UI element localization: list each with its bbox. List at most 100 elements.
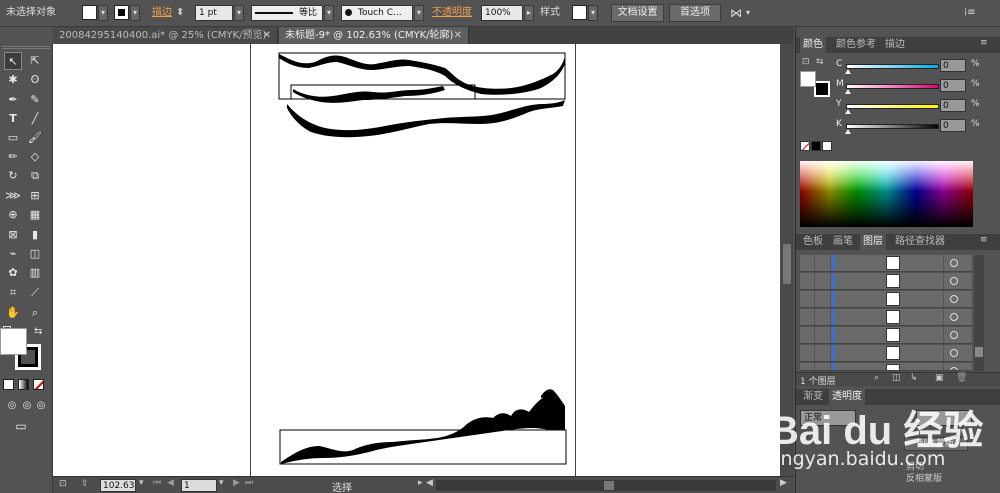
preferences-button[interactable]: 首选项 (669, 4, 721, 22)
yellow-value-field[interactable]: 0 (940, 99, 966, 112)
document-setup-button[interactable]: 文档设置 (611, 4, 664, 22)
horizontal-scrollbar[interactable] (436, 480, 776, 491)
tools-grip[interactable] (2, 46, 50, 49)
visibility-toggle[interactable] (800, 255, 815, 271)
stroke-profile-dropdown-icon[interactable]: ▾ (324, 5, 334, 21)
opacity-dropdown-icon[interactable]: ▸ (524, 5, 534, 21)
layer-row[interactable] (800, 291, 972, 308)
hscroll-right-icon[interactable]: ▶ (780, 478, 787, 488)
lock-toggle[interactable] (816, 255, 831, 271)
target-circle-icon[interactable] (950, 277, 958, 285)
color-mode-icon[interactable] (3, 379, 14, 390)
width-tool-icon[interactable]: ⋙ (4, 187, 22, 205)
layer-row[interactable] (800, 363, 972, 371)
selection-tool-icon[interactable]: ↖ (4, 52, 22, 70)
rectangle-tool-icon[interactable]: ▭ (4, 129, 22, 147)
arrange-dropdown-icon[interactable]: ▾ (746, 4, 750, 22)
layer-row[interactable] (800, 309, 972, 326)
stroke-label[interactable]: 描边 (152, 4, 172, 22)
locate-object-icon[interactable]: ⌕ (874, 373, 879, 383)
ink-stroke[interactable] (287, 100, 565, 138)
tab-stroke[interactable]: 描边 (882, 37, 908, 53)
stroke-weight-field[interactable]: 1 pt (195, 5, 233, 21)
tab-gradient[interactable]: 渐变 (800, 389, 826, 405)
white-swatch[interactable] (822, 141, 832, 151)
fill-color-box[interactable] (0, 328, 27, 355)
column-graph-tool-icon[interactable]: ▥ (26, 264, 44, 282)
magenta-value-field[interactable]: 0 (940, 79, 966, 92)
fill-color-box[interactable] (800, 71, 816, 87)
tab-swatches[interactable]: 色板 (800, 234, 826, 250)
lock-toggle[interactable] (816, 273, 831, 289)
ink-stroke[interactable] (279, 54, 565, 95)
visibility-toggle[interactable] (800, 345, 815, 361)
artboard-dropdown-icon[interactable]: ▾ (219, 478, 224, 488)
type-tool-icon[interactable]: T (4, 110, 22, 128)
target-circle-icon[interactable] (950, 295, 958, 303)
eraser-tool-icon[interactable]: ◇ (26, 148, 44, 166)
blend-tool-icon[interactable]: ◫ (26, 245, 44, 263)
new-layer-icon[interactable]: ▣ (935, 373, 944, 383)
next-artboard-icon[interactable]: ▶ (233, 478, 240, 488)
make-mask-button[interactable]: 制作蒙版 (904, 437, 968, 451)
symbol-sprayer-tool-icon[interactable]: ✿ (4, 264, 22, 282)
layers-scrollbar[interactable] (974, 255, 984, 371)
last-artboard-icon[interactable]: ⏭ (245, 478, 253, 488)
vertical-scrollbar[interactable] (780, 44, 794, 476)
hscroll-left-icon[interactable]: ◀ (426, 478, 433, 488)
target-circle-icon[interactable] (950, 367, 958, 370)
stroke-weight-dropdown-icon[interactable]: ▾ (234, 5, 244, 21)
tab-document-2[interactable]: 未标题-9* @ 102.63% (CMYK/轮廓) ✕ (279, 27, 469, 44)
cyan-slider[interactable] (846, 64, 939, 69)
hand-tool-icon[interactable]: ✋ (4, 304, 22, 322)
brush-dropdown-icon[interactable]: ▾ (414, 5, 424, 21)
eyedropper-tool-icon[interactable]: ⌁ (4, 245, 22, 263)
lock-toggle[interactable] (816, 327, 831, 343)
lock-toggle[interactable] (816, 291, 831, 307)
brush-definition-field[interactable]: Touch C... (341, 5, 413, 21)
panel-menu-icon[interactable]: ⁞≡ (964, 4, 976, 22)
layer-row[interactable] (800, 255, 972, 272)
ink-stroke[interactable] (293, 86, 445, 103)
tab-layers[interactable]: 图层 (860, 234, 886, 250)
prev-artboard-icon[interactable]: ◀ (167, 478, 174, 488)
target-circle-icon[interactable] (950, 349, 958, 357)
clip-option[interactable]: 剪切 (906, 459, 924, 472)
style-swatch[interactable] (572, 5, 587, 20)
style-dropdown-icon[interactable]: ▾ (588, 5, 598, 21)
layer-row[interactable] (800, 327, 972, 344)
artboard-tool-icon[interactable]: ⌗ (4, 284, 22, 302)
opacity-field[interactable]: 100% (481, 5, 523, 21)
line-tool-icon[interactable]: ╱ (26, 110, 44, 128)
screen-mode-icon[interactable]: ▭ (12, 417, 30, 435)
arrange-icon[interactable]: ⋈ (730, 4, 742, 22)
curvature-tool-icon[interactable]: ✎ (26, 91, 44, 109)
tab-color[interactable]: 颜色 (800, 37, 826, 53)
slider-knob[interactable] (845, 109, 851, 114)
black-swatch[interactable] (811, 141, 821, 151)
canvas[interactable] (53, 44, 794, 476)
zoom-dropdown-icon[interactable]: ▾ (139, 478, 144, 488)
invert-mask-option[interactable]: 反相蒙版 (906, 471, 942, 484)
free-transform-tool-icon[interactable]: ⊞ (26, 187, 44, 205)
lock-toggle[interactable] (816, 345, 831, 361)
tab-transparency[interactable]: 透明度 (829, 389, 865, 405)
direct-selection-tool-icon[interactable]: ⇱ (26, 52, 44, 70)
swap-colors-icon[interactable]: ⇆ (34, 326, 42, 337)
target-circle-icon[interactable] (950, 331, 958, 339)
paintbrush-tool-icon[interactable]: 🖌 (26, 129, 44, 147)
gradient-tool-icon[interactable]: ▮ (26, 226, 44, 244)
none-mode-icon[interactable] (33, 379, 44, 390)
transparency-opacity-field[interactable] (916, 410, 972, 426)
opacity-label[interactable]: 不透明度 (432, 4, 472, 22)
tab-document-1[interactable]: 20084295140400.ai* @ 25% (CMYK/预览) ✕ (53, 27, 278, 44)
close-icon[interactable]: ✕ (454, 27, 462, 44)
artboard-number-field[interactable]: 1 (181, 479, 217, 492)
black-value-field[interactable]: 0 (940, 119, 966, 132)
target-circle-icon[interactable] (950, 313, 958, 321)
lasso-tool-icon[interactable]: ʘ (26, 71, 44, 89)
sync-icon[interactable]: ⊡ (59, 479, 67, 489)
fill-swatch[interactable] (82, 5, 97, 20)
slider-knob[interactable] (845, 129, 851, 134)
cyan-value-field[interactable]: 0 (940, 59, 966, 72)
